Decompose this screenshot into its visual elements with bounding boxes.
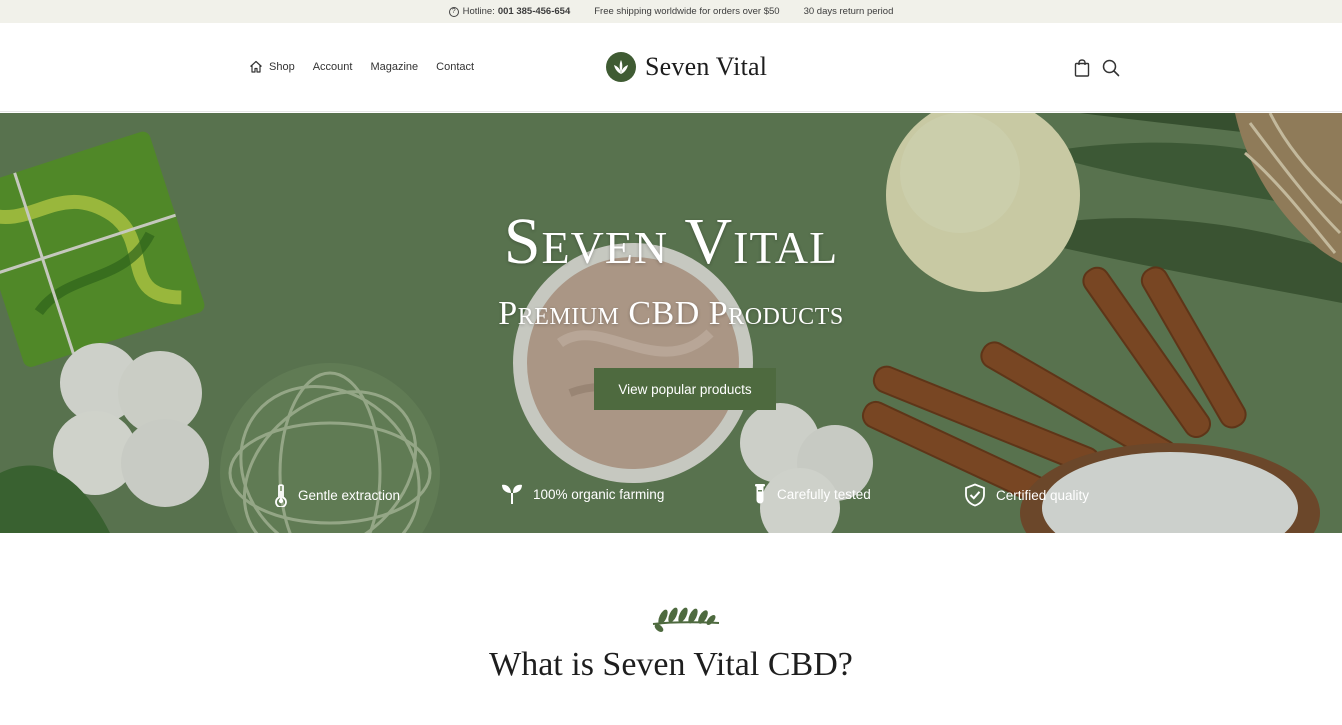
hero-banner: Seven Vital Premium CBD Products View po… xyxy=(0,113,1342,533)
nav-magazine[interactable]: Magazine xyxy=(370,61,418,73)
hotline: ? Hotline: 001 385-456-654 xyxy=(448,6,570,17)
leaves-icon xyxy=(651,604,721,637)
feature-carefully-tested: Carefully tested xyxy=(753,483,871,505)
site-logo[interactable]: Seven Vital xyxy=(606,52,767,82)
main-nav: Shop Account Magazine Contact xyxy=(249,60,492,73)
hotline-number[interactable]: 001 385-456-654 xyxy=(498,6,570,17)
shopping-bag-icon[interactable] xyxy=(1074,59,1090,77)
view-popular-products-button[interactable]: View popular products xyxy=(594,368,776,410)
test-tube-icon xyxy=(753,483,767,505)
feature-label: Gentle extraction xyxy=(298,487,401,503)
header-actions xyxy=(1074,59,1132,77)
hero-features: Gentle extraction 100% organic farming C… xyxy=(0,483,1342,513)
home-icon xyxy=(249,60,263,73)
site-header: Shop Account Magazine Contact Seven Vita… xyxy=(0,23,1342,112)
feature-certified-quality: Certified quality xyxy=(964,483,1089,507)
nav-account[interactable]: Account xyxy=(313,61,353,73)
nav-shop[interactable]: Shop xyxy=(249,60,295,73)
search-icon[interactable] xyxy=(1102,59,1120,77)
logo-text: Seven Vital xyxy=(645,52,768,81)
feature-label: Carefully tested xyxy=(777,486,871,502)
feature-label: Certified quality xyxy=(996,487,1090,503)
feature-gentle-extraction: Gentle extraction xyxy=(274,483,400,507)
nav-contact[interactable]: Contact xyxy=(436,61,474,73)
thermometer-icon xyxy=(274,483,288,507)
section-title: What is Seven Vital CBD? xyxy=(489,646,853,683)
hero-title: Seven Vital xyxy=(503,205,839,278)
nav-shop-label: Shop xyxy=(269,60,295,73)
hero-subtitle: Premium CBD Products xyxy=(498,295,844,332)
sprout-icon xyxy=(501,483,523,505)
feature-organic-farming: 100% organic farming xyxy=(501,483,664,505)
shipping-info: Free shipping worldwide for orders over … xyxy=(594,6,780,17)
help-icon: ? xyxy=(448,6,459,17)
feature-label: 100% organic farming xyxy=(533,486,665,502)
hotline-label: Hotline: xyxy=(462,6,495,17)
leaf-icon xyxy=(606,52,636,82)
shield-check-icon xyxy=(964,483,986,507)
returns-info: 30 days return period xyxy=(803,6,894,17)
top-bar: ? Hotline: 001 385-456-654 Free shipping… xyxy=(0,0,1342,23)
